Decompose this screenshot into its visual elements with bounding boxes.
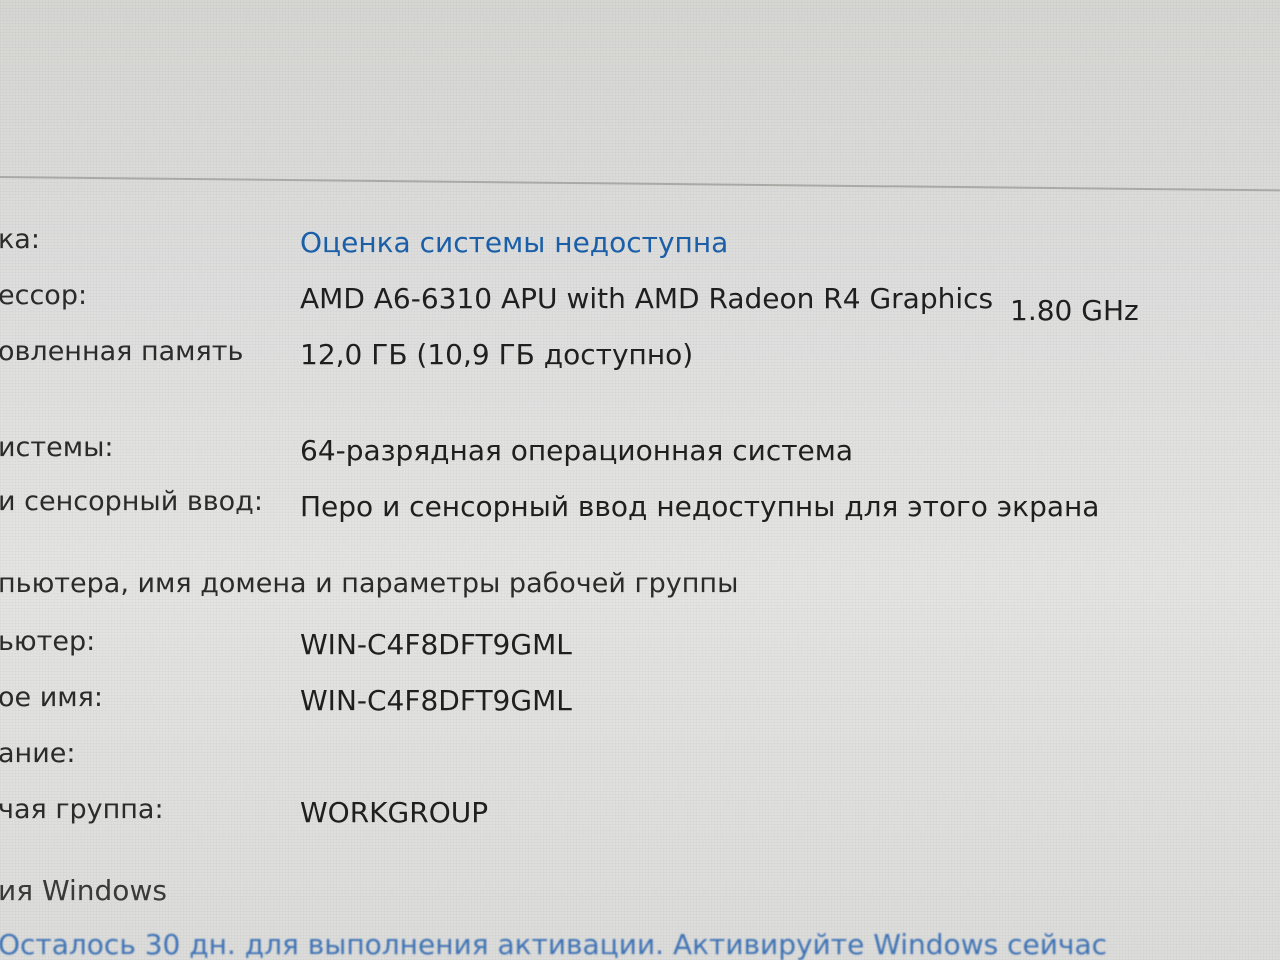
memory-row: овленная память 12,0 ГБ (10,9 ГБ доступн… bbox=[0, 336, 1280, 380]
workgroup-value: WORKGROUP bbox=[300, 796, 489, 829]
computer-row: ьютер: WIN-C4F8DFT9GML bbox=[0, 626, 1280, 670]
activation-heading: ия Windows bbox=[0, 874, 167, 907]
full-name-label: ое имя: bbox=[0, 682, 103, 713]
system-properties-screen: ка: Оценка системы недоступна ессор: AMD… bbox=[0, 0, 1280, 960]
system-type-label: истемы: bbox=[0, 432, 114, 463]
computer-value: WIN-C4F8DFT9GML bbox=[300, 628, 572, 661]
processor-speed: 1.80 GHz bbox=[1010, 294, 1139, 327]
memory-label: овленная память bbox=[0, 336, 244, 367]
pen-touch-value: Перо и сенсорный ввод недоступны для это… bbox=[300, 490, 1100, 523]
activation-link[interactable]: Осталось 30 дн. для выполнения активации… bbox=[0, 928, 1107, 960]
pen-touch-row: и сенсорный ввод: Перо и сенсорный ввод … bbox=[0, 486, 1280, 530]
description-label: ание: bbox=[0, 738, 76, 769]
workgroup-row: чая группа: WORKGROUP bbox=[0, 794, 1280, 838]
system-type-value: 64-разрядная операционная система bbox=[300, 434, 854, 467]
description-row: ание: bbox=[0, 738, 1280, 782]
computer-label: ьютер: bbox=[0, 626, 96, 657]
full-name-value: WIN-C4F8DFT9GML bbox=[300, 684, 572, 717]
processor-row: ессор: AMD A6-6310 APU with AMD Radeon R… bbox=[0, 280, 1280, 327]
processor-value: AMD A6-6310 APU with AMD Radeon R4 Graph… bbox=[300, 282, 994, 315]
rating-label: ка: bbox=[0, 224, 40, 255]
memory-value: 12,0 ГБ (10,9 ГБ доступно) bbox=[300, 338, 694, 371]
rating-link[interactable]: Оценка системы недоступна bbox=[300, 226, 728, 259]
system-type-row: истемы: 64-разрядная операционная систем… bbox=[0, 432, 1280, 476]
pen-touch-label: и сенсорный ввод: bbox=[0, 486, 263, 517]
rating-row: ка: Оценка системы недоступна bbox=[0, 224, 1280, 268]
section-divider bbox=[0, 176, 1280, 192]
computer-name-section-heading: пьютера, имя домена и параметры рабочей … bbox=[0, 568, 739, 599]
processor-label: ессор: bbox=[0, 280, 88, 311]
full-name-row: ое имя: WIN-C4F8DFT9GML bbox=[0, 682, 1280, 726]
workgroup-label: чая группа: bbox=[0, 794, 164, 825]
